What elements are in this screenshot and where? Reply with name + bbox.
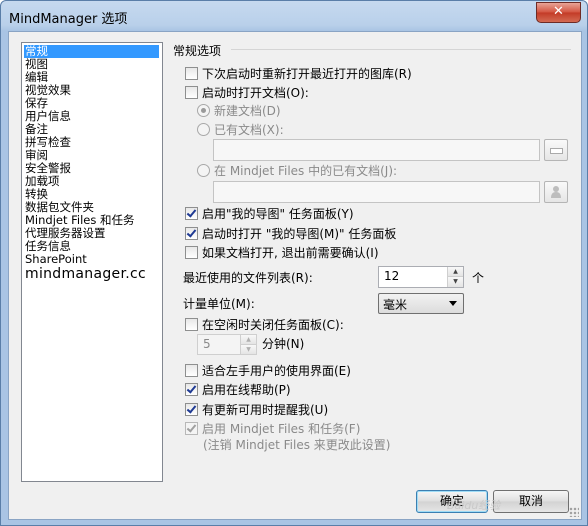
units-value: 毫米: [383, 298, 408, 312]
title-bar[interactable]: MindManager 选项 ✕: [1, 1, 587, 31]
nav-item-sharepoint[interactable]: SharePoint: [24, 253, 87, 266]
mindjet-files-document-radio[interactable]: [197, 164, 210, 177]
online-help-label: 启用在线帮助(P): [202, 383, 291, 397]
existing-document-radio[interactable]: [197, 123, 210, 136]
open-my-maps-label: 启动时打开 "我的导图(M)" 任务面板: [202, 227, 397, 241]
idle-minutes-spinner[interactable]: 5 ▲ ▼: [197, 334, 257, 355]
recent-files-spinner[interactable]: 12 ▲ ▼: [378, 266, 464, 288]
cancel-button[interactable]: 取消: [493, 490, 569, 513]
mindjet-files-browse-button[interactable]: [544, 181, 568, 203]
window-title: MindManager 选项: [9, 12, 128, 27]
online-help-checkbox[interactable]: [185, 383, 198, 396]
units-dropdown[interactable]: 毫米: [378, 293, 464, 314]
chevron-up-icon[interactable]: ▲: [241, 335, 256, 345]
left-handed-checkbox[interactable]: [185, 364, 198, 377]
open-my-maps-checkbox[interactable]: [185, 227, 198, 240]
section-divider: [231, 49, 571, 50]
options-dialog: MindManager 选项 ✕ 常规 视图 编辑 视觉效果 保存 用户信息 备…: [0, 0, 588, 526]
category-list[interactable]: 常规 视图 编辑 视觉效果 保存 用户信息 备注 拼写检查 审阅 安全警报 加载…: [21, 42, 163, 482]
enable-my-maps-option[interactable]: 启用"我的导图" 任务面板(Y): [185, 206, 354, 222]
dialog-body: 常规 视图 编辑 视觉效果 保存 用户信息 备注 拼写检查 审阅 安全警报 加载…: [8, 31, 582, 520]
reopen-recent-label: 下次启动时重新打开最近打开的图库(R): [202, 67, 412, 81]
mindjet-files-tasks-note: (注销 Mindjet Files 来更改此设置): [203, 438, 391, 452]
enable-my-maps-label: 启用"我的导图" 任务面板(Y): [202, 207, 354, 221]
open-my-maps-option[interactable]: 启动时打开 "我的导图(M)" 任务面板: [185, 226, 396, 242]
left-handed-option[interactable]: 适合左手用户的使用界面(E): [185, 363, 351, 379]
chevron-up-icon[interactable]: ▲: [448, 267, 463, 277]
mindjet-files-document-option[interactable]: 在 Mindjet Files 中的已有文档(J):: [197, 163, 397, 179]
confirm-exit-option[interactable]: 如果文档打开, 退出前需要确认(I): [185, 245, 379, 261]
existing-document-option[interactable]: 已有文档(X):: [197, 122, 284, 138]
enable-my-maps-checkbox[interactable]: [185, 207, 198, 220]
mindjet-files-tasks-checkbox: [185, 422, 198, 435]
open-on-startup-checkbox[interactable]: [185, 86, 198, 99]
existing-document-label: 已有文档(X):: [214, 123, 284, 137]
reopen-recent-checkbox[interactable]: [185, 67, 198, 80]
idle-minutes-value: 5: [203, 337, 211, 351]
update-reminder-option[interactable]: 有更新可用时提醒我(U): [185, 402, 328, 418]
close-panels-idle-checkbox[interactable]: [185, 318, 198, 331]
mindjet-files-path-input[interactable]: [213, 181, 540, 203]
update-reminder-label: 有更新可用时提醒我(U): [202, 403, 329, 417]
units-label: 计量单位(M):: [183, 297, 255, 311]
close-button[interactable]: ✕: [536, 2, 581, 23]
close-icon: ✕: [553, 4, 564, 19]
online-help-option[interactable]: 启用在线帮助(P): [185, 382, 291, 398]
open-on-startup-label: 启动时打开文档(O):: [202, 86, 309, 100]
new-document-option[interactable]: 新建文档(D): [197, 103, 281, 119]
mindjet-files-tasks-label: 启用 Mindjet Files 和任务(F): [202, 422, 361, 436]
close-panels-idle-label: 在空闲时关闭任务面板(C):: [202, 318, 344, 332]
watermark: Baidu经验: [447, 499, 501, 512]
chevron-down-icon: [449, 301, 457, 306]
chevron-down-icon[interactable]: ▼: [448, 277, 463, 287]
nav-item-mindmanager-cc[interactable]: mindmanager.cc: [24, 266, 146, 282]
existing-document-browse-button[interactable]: [544, 139, 568, 161]
new-document-label: 新建文档(D): [214, 104, 281, 118]
confirm-exit-label: 如果文档打开, 退出前需要确认(I): [202, 246, 379, 260]
confirm-exit-checkbox[interactable]: [185, 246, 198, 259]
left-handed-label: 适合左手用户的使用界面(E): [202, 364, 351, 378]
existing-document-path-input[interactable]: [213, 139, 540, 161]
person-icon: [551, 186, 561, 198]
mindjet-files-document-label: 在 Mindjet Files 中的已有文档(J):: [214, 164, 398, 178]
resize-grip[interactable]: [569, 507, 579, 517]
recent-files-value: 12: [384, 269, 400, 283]
open-on-startup-option[interactable]: 启动时打开文档(O):: [185, 85, 309, 101]
section-title: 常规选项: [173, 44, 222, 58]
browse-icon: [550, 148, 563, 154]
new-document-radio[interactable]: [197, 104, 210, 117]
chevron-down-icon[interactable]: ▼: [241, 344, 256, 354]
idle-minutes-unit: 分钟(N): [262, 337, 305, 351]
reopen-recent-option[interactable]: 下次启动时重新打开最近打开的图库(R): [185, 66, 412, 82]
close-panels-idle-option[interactable]: 在空闲时关闭任务面板(C):: [185, 317, 344, 333]
recent-files-unit: 个: [472, 271, 485, 285]
mindjet-files-tasks-option: 启用 Mindjet Files 和任务(F): [185, 421, 360, 437]
recent-files-label: 最近使用的文件列表(R):: [183, 271, 313, 285]
update-reminder-checkbox[interactable]: [185, 403, 198, 416]
